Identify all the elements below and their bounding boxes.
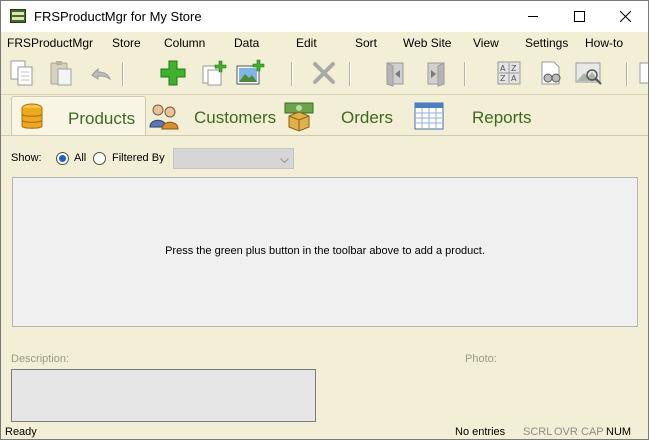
app-icon <box>10 9 26 23</box>
app-window: FRSProductMgr for My Store FRSProductMgr… <box>0 0 649 440</box>
status-cap: CAP <box>581 426 604 438</box>
orders-icon <box>283 100 315 132</box>
tab-orders[interactable]: Orders <box>279 96 404 134</box>
menu-sort[interactable]: Sort <box>355 36 377 50</box>
add-image-icon <box>235 59 267 90</box>
preview-button[interactable] <box>572 57 606 91</box>
tab-products[interactable]: Products <box>11 96 146 135</box>
status-entries: No entries <box>455 426 506 438</box>
description-label: Description: <box>11 353 70 365</box>
description-field[interactable] <box>11 369 316 422</box>
find-button[interactable] <box>534 57 568 91</box>
duplicate-icon <box>199 59 227 90</box>
move-down-icon <box>422 59 450 90</box>
menu-data[interactable]: Data <box>234 36 259 50</box>
find-icon <box>537 59 565 90</box>
preview-icon <box>574 59 604 90</box>
maximize-button[interactable] <box>556 1 602 32</box>
all-radio-label[interactable]: All <box>74 152 86 164</box>
toolbar: AZZA <box>1 54 648 95</box>
toolbar-separator <box>464 62 466 86</box>
title-bar[interactable]: FRSProductMgr for My Store <box>1 1 648 32</box>
reports-icon <box>413 100 445 132</box>
tab-strip: Products Customers Orders Reports <box>1 95 648 137</box>
delete-button[interactable] <box>307 57 341 91</box>
overflow-button[interactable] <box>633 57 648 91</box>
show-label: Show: <box>11 152 42 164</box>
menu-view[interactable]: View <box>473 36 499 50</box>
toolbar-separator <box>626 62 628 86</box>
add-product-button[interactable] <box>156 57 190 91</box>
tab-orders-label: Orders <box>341 108 393 127</box>
close-button[interactable] <box>602 1 648 32</box>
paste-button[interactable] <box>44 57 78 91</box>
chevron-down-icon <box>280 153 289 167</box>
sort-az-icon: AZZA <box>495 59 523 90</box>
duplicate-button[interactable] <box>196 57 230 91</box>
toolbar-separator <box>291 62 293 86</box>
add-product-icon <box>158 58 188 91</box>
status-num: NUM <box>606 426 632 438</box>
minimize-button[interactable] <box>510 1 556 32</box>
paste-icon <box>47 59 75 90</box>
menu-column[interactable]: Column <box>164 36 205 50</box>
product-list[interactable]: Press the green plus button in the toolb… <box>12 177 638 327</box>
toolbar-separator <box>349 62 351 86</box>
photo-label: Photo: <box>465 353 497 365</box>
delete-icon <box>310 59 338 90</box>
svg-text:Z: Z <box>500 74 506 83</box>
undo-button[interactable] <box>83 57 117 91</box>
overflow-icon <box>634 59 648 90</box>
all-radio[interactable] <box>56 152 69 165</box>
undo-icon <box>86 59 114 90</box>
tab-reports[interactable]: Reports <box>404 96 544 134</box>
menu-bar: FRSProductMgr Store Column Data Edit Sor… <box>1 32 648 54</box>
menu-frsproductmgr[interactable]: FRSProductMgr <box>7 36 93 50</box>
menu-web-site[interactable]: Web Site <box>403 36 451 50</box>
database-icon <box>16 101 48 133</box>
tab-reports-label: Reports <box>472 108 532 127</box>
svg-text:Z: Z <box>511 64 517 73</box>
tab-customers[interactable]: Customers <box>144 96 279 134</box>
add-image-button[interactable] <box>234 57 268 91</box>
customers-icon <box>148 100 180 132</box>
tab-divider <box>1 135 648 136</box>
window-title: FRSProductMgr for My Store <box>34 9 202 24</box>
copy-button[interactable] <box>5 57 39 91</box>
tab-customers-label: Customers <box>194 108 277 127</box>
status-scrl: SCRL <box>523 426 553 438</box>
empty-list-message: Press the green plus button in the toolb… <box>165 245 485 257</box>
status-bar: Ready No entries SCRL OVR CAP NUM <box>1 424 648 439</box>
tab-products-label: Products <box>68 109 136 128</box>
svg-text:A: A <box>511 74 517 83</box>
sort-az-button[interactable]: AZZA <box>492 57 526 91</box>
move-up-icon <box>381 59 409 90</box>
status-ovr: OVR <box>554 426 578 438</box>
copy-icon <box>8 59 36 90</box>
menu-settings[interactable]: Settings <box>525 36 568 50</box>
filtered-by-label[interactable]: Filtered By <box>112 152 165 164</box>
move-down-button[interactable] <box>419 57 453 91</box>
menu-store[interactable]: Store <box>112 36 141 50</box>
filter-dropdown[interactable] <box>173 148 294 169</box>
filtered-by-radio[interactable] <box>93 152 106 165</box>
menu-edit[interactable]: Edit <box>296 36 317 50</box>
status-ready: Ready <box>5 426 37 438</box>
menu-how-to[interactable]: How-to <box>585 36 623 50</box>
toolbar-separator <box>122 62 124 86</box>
move-up-button[interactable] <box>378 57 412 91</box>
svg-text:A: A <box>500 64 506 73</box>
